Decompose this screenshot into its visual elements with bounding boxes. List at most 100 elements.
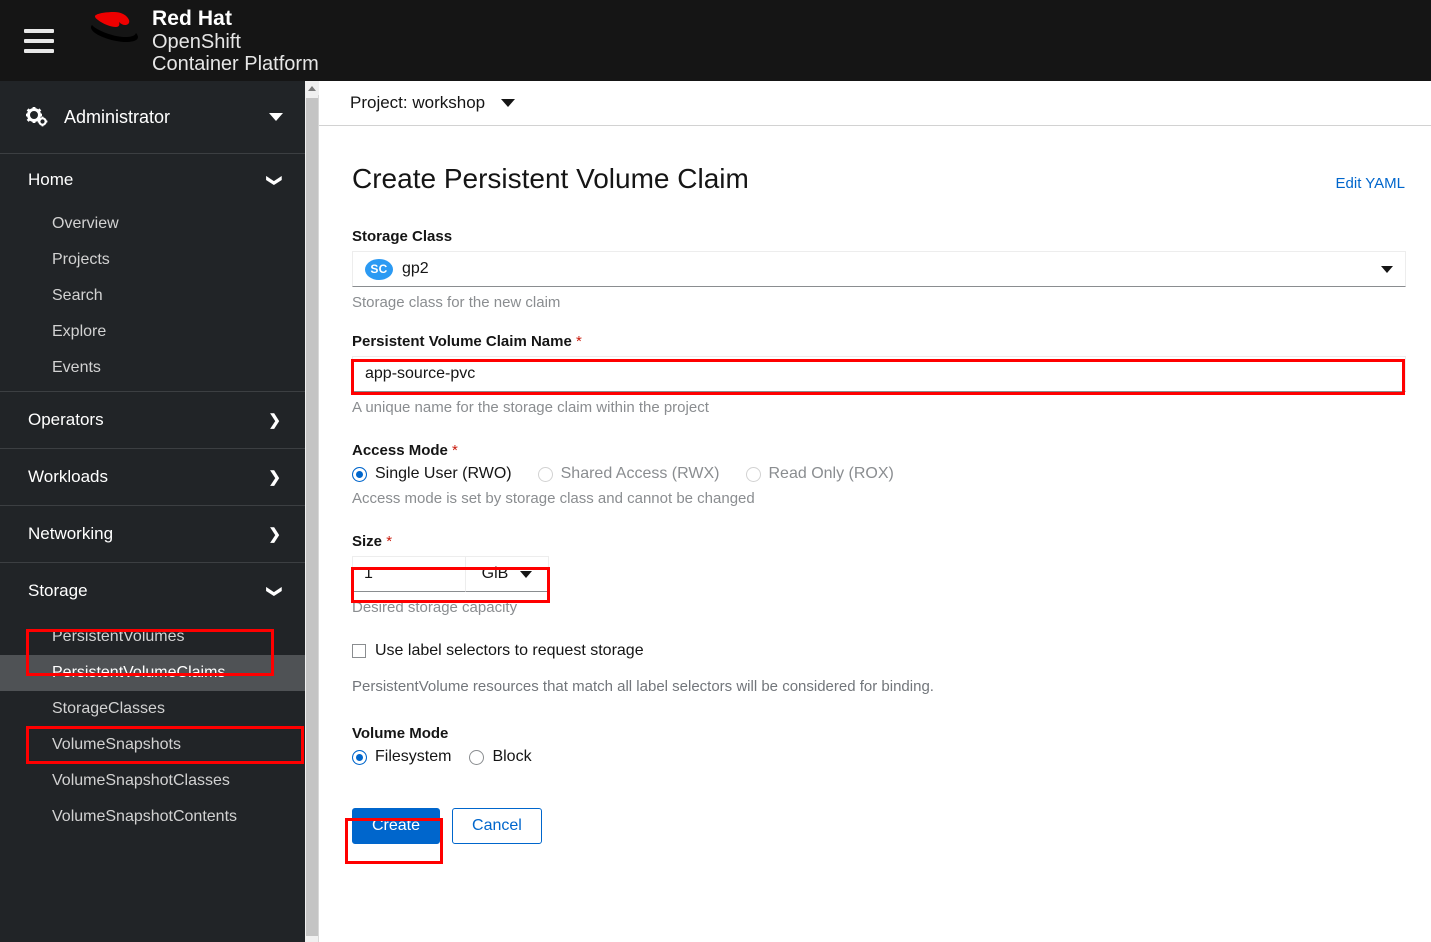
sidebar-navigation: Administrator Home Overview Projects Sea… <box>0 81 305 942</box>
perspective-switcher[interactable]: Administrator <box>0 81 305 154</box>
caret-down-icon <box>1381 265 1393 273</box>
nav-group-storage[interactable]: Storage <box>0 563 305 619</box>
size-unit-value: GiB <box>481 565 509 582</box>
volume-mode-field: Volume Mode Filesystem Block <box>352 725 1405 766</box>
volume-mode-radio-group: Filesystem Block <box>352 748 1405 766</box>
openshift-console: Red Hat OpenShift Container Platform Adm… <box>0 0 1431 942</box>
project-selector[interactable]: Project: workshop <box>350 93 485 113</box>
pvc-name-help: A unique name for the storage claim with… <box>352 399 709 416</box>
nav-group-networking-label: Networking <box>28 524 114 543</box>
chevron-right-icon <box>268 413 281 428</box>
radio-button-selected-icon[interactable] <box>352 749 367 765</box>
chevron-down-icon <box>268 584 281 599</box>
nav-group-home-label: Home <box>28 170 74 189</box>
size-input-group: GiB <box>352 556 549 592</box>
chevron-right-icon <box>268 527 281 542</box>
form-container: Create Persistent Volume Claim Edit YAML… <box>319 126 1431 844</box>
nav-section-workloads: Workloads <box>0 449 305 506</box>
form-actions: Create Cancel <box>352 808 1405 844</box>
access-mode-label: Access Mode * <box>352 442 1405 459</box>
required-marker: * <box>452 442 458 459</box>
scrollbar-thumb[interactable] <box>306 98 318 936</box>
size-label-text: Size <box>352 533 383 550</box>
storage-class-badge: SC <box>365 258 393 280</box>
nav-group-operators-label: Operators <box>28 410 104 429</box>
nav-group-home[interactable]: Home <box>0 154 305 206</box>
sidebar-item-persistentvolumes[interactable]: PersistentVolumes <box>0 619 305 655</box>
volume-mode-option-filesystem[interactable]: Filesystem <box>352 748 451 766</box>
hamburger-icon[interactable] <box>24 28 54 53</box>
sidebar-scrollbar[interactable] <box>305 81 319 942</box>
red-hat-fedora-logo-icon <box>84 8 144 52</box>
brand-line-red-hat: Red Hat <box>152 7 233 31</box>
volume-mode-option-block[interactable]: Block <box>469 748 532 766</box>
edit-yaml-link[interactable]: Edit YAML <box>1336 175 1405 192</box>
size-input[interactable] <box>352 556 465 592</box>
access-mode-field: Access Mode * Single User (RWO) Shared A… <box>352 442 1405 507</box>
brand-logo[interactable]: Red Hat OpenShift Container Platform <box>84 5 319 75</box>
storage-class-value: gp2 <box>402 260 429 277</box>
label-selectors-checkbox-label: Use label selectors to request storage <box>375 642 644 659</box>
size-label: Size * <box>352 533 1405 550</box>
access-mode-option-rox-label: Read Only (ROX) <box>768 465 894 482</box>
page-title: Create Persistent Volume Claim <box>352 163 749 194</box>
masthead: Red Hat OpenShift Container Platform <box>0 0 1431 81</box>
volume-mode-option-filesystem-label: Filesystem <box>375 748 452 765</box>
access-mode-help: Access mode is set by storage class and … <box>352 490 755 507</box>
required-marker: * <box>386 533 393 550</box>
label-selectors-checkbox-row[interactable]: Use label selectors to request storage <box>352 642 1405 660</box>
storage-class-label: Storage Class <box>352 228 453 245</box>
cogs-icon <box>26 107 50 127</box>
sidebar-item-explore[interactable]: Explore <box>0 314 305 350</box>
nav-group-workloads[interactable]: Workloads <box>0 449 305 505</box>
access-mode-option-rwo[interactable]: Single User (RWO) <box>352 465 512 483</box>
storage-class-help: Storage class for the new claim <box>352 294 561 311</box>
nav-group-workloads-label: Workloads <box>28 467 108 486</box>
size-unit-select[interactable]: GiB <box>465 556 549 592</box>
chevron-right-icon <box>268 470 281 485</box>
nav-section-storage: Storage PersistentVolumes PersistentVolu… <box>0 563 305 835</box>
volume-mode-option-block-label: Block <box>492 748 532 765</box>
sidebar-item-volumesnapshots[interactable]: VolumeSnapshots <box>0 727 305 763</box>
sidebar-item-projects[interactable]: Projects <box>0 242 305 278</box>
nav-section-home: Home Overview Projects Search Explore Ev… <box>0 154 305 392</box>
sidebar-item-storageclasses[interactable]: StorageClasses <box>0 691 305 727</box>
checkbox-unchecked-icon[interactable] <box>352 644 366 658</box>
perspective-label: Administrator <box>64 106 171 127</box>
nav-group-storage-label: Storage <box>28 581 88 600</box>
access-mode-label-text: Access Mode <box>352 442 448 459</box>
sidebar-item-persistentvolumeclaims[interactable]: PersistentVolumeClaims <box>0 655 305 691</box>
nav-group-networking[interactable]: Networking <box>0 506 305 562</box>
access-mode-radio-group: Single User (RWO) Shared Access (RWX) Re… <box>352 465 1405 483</box>
sidebar-item-volumesnapshotclasses[interactable]: VolumeSnapshotClasses <box>0 763 305 799</box>
required-marker: * <box>575 333 582 350</box>
pvc-name-input[interactable] <box>352 356 1406 392</box>
page-header: Create Persistent Volume Claim Edit YAML <box>352 163 1405 195</box>
create-button[interactable]: Create <box>352 808 441 844</box>
pvc-name-label: Persistent Volume Claim Name * <box>352 333 1405 350</box>
chevron-down-icon <box>268 173 281 188</box>
scroll-up-arrow-icon[interactable] <box>305 81 319 95</box>
caret-down-icon[interactable] <box>501 99 516 107</box>
create-pvc-form: Storage Class SC gp2 Storage class for t… <box>352 228 1406 844</box>
main-content: Project: workshop Create Persistent Volu… <box>319 81 1431 942</box>
radio-button-selected-icon[interactable] <box>352 466 367 482</box>
access-mode-option-rwo-label: Single User (RWO) <box>375 465 512 482</box>
storage-class-select[interactable]: SC gp2 <box>352 251 1406 287</box>
sidebar-item-overview[interactable]: Overview <box>0 206 305 242</box>
brand-line-openshift: OpenShift <box>152 30 241 53</box>
sidebar-item-volumesnapshotcontents[interactable]: VolumeSnapshotContents <box>0 799 305 835</box>
cancel-button[interactable]: Cancel <box>452 808 542 844</box>
access-mode-option-rwx: Shared Access (RWX) <box>537 465 720 483</box>
label-selectors-field: Use label selectors to request storage P… <box>352 642 1405 695</box>
nav-section-networking: Networking <box>0 506 305 563</box>
project-selector-bar: Project: workshop <box>319 81 1431 126</box>
size-field: Size * GiB Desired storage capacity <box>352 533 1405 616</box>
nav-section-operators: Operators <box>0 392 305 449</box>
sidebar-item-events[interactable]: Events <box>0 350 305 391</box>
nav-group-operators[interactable]: Operators <box>0 392 305 448</box>
sidebar-item-search[interactable]: Search <box>0 278 305 314</box>
radio-button-unselected-icon[interactable] <box>469 749 485 765</box>
radio-button-disabled-icon <box>537 466 553 482</box>
brand-line-container-platform: Container Platform <box>152 53 319 76</box>
